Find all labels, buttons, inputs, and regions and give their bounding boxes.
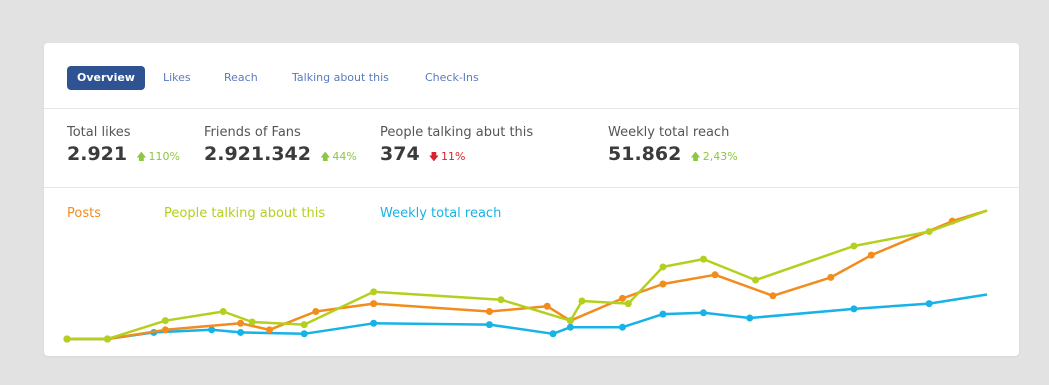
data-point-talking[interactable] [63,335,71,343]
data-point-posts[interactable] [370,300,378,308]
data-point-talking[interactable] [566,317,574,325]
data-point-reach[interactable] [618,323,626,331]
data-point-reach[interactable] [300,330,308,338]
data-point-reach[interactable] [925,300,933,308]
data-point-reach[interactable] [208,326,216,334]
data-point-posts[interactable] [161,326,169,334]
data-point-talking[interactable] [300,321,308,329]
data-point-posts[interactable] [711,271,719,279]
data-point-reach[interactable] [485,321,493,329]
data-point-talking[interactable] [248,318,256,326]
data-point-talking[interactable] [370,288,378,296]
data-point-posts[interactable] [237,319,245,327]
data-point-reach[interactable] [746,314,754,322]
data-point-talking[interactable] [104,335,112,343]
data-point-talking[interactable] [161,317,169,325]
data-point-posts[interactable] [543,302,551,310]
data-point-posts[interactable] [769,292,777,300]
data-point-talking[interactable] [624,300,632,308]
data-point-posts[interactable] [827,273,835,281]
data-point-reach[interactable] [659,310,667,318]
insights-card: Overview Likes Reach Talking about this … [44,43,1019,356]
series-line-posts [67,209,988,341]
data-point-reach[interactable] [237,328,245,336]
data-point-posts[interactable] [618,294,626,302]
data-point-talking[interactable] [925,228,933,236]
line-chart [63,209,988,343]
data-point-reach[interactable] [850,305,858,313]
data-point-talking[interactable] [850,242,858,250]
series-line-reach [67,293,988,341]
data-point-reach[interactable] [370,319,378,327]
data-point-talking[interactable] [497,296,505,304]
data-point-reach[interactable] [699,309,707,317]
data-point-posts[interactable] [485,307,493,315]
data-point-talking[interactable] [578,297,586,305]
data-point-reach[interactable] [566,323,574,331]
data-point-posts[interactable] [867,251,875,259]
data-point-talking[interactable] [699,255,707,263]
series-line-talking [67,209,988,341]
data-point-talking[interactable] [752,276,760,284]
data-point-posts[interactable] [266,326,274,334]
data-point-posts[interactable] [312,307,320,315]
data-point-posts[interactable] [659,280,667,288]
data-point-reach[interactable] [549,330,557,338]
data-point-talking[interactable] [659,263,667,271]
data-point-talking[interactable] [219,307,227,315]
